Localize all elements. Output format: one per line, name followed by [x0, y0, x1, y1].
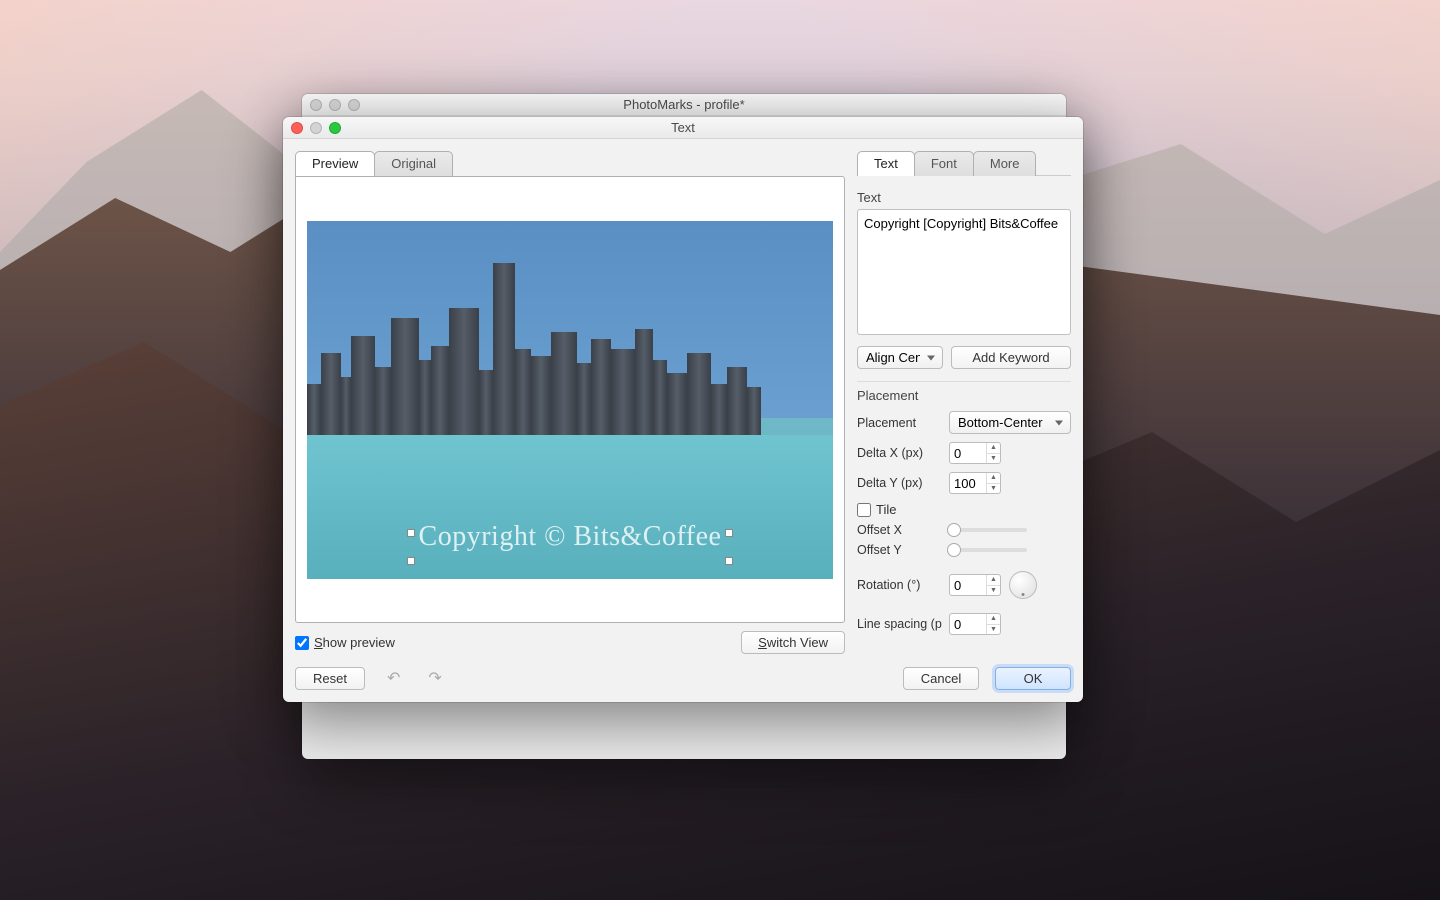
dialog-traffic-lights [291, 122, 341, 134]
tab-preview[interactable]: Preview [295, 151, 375, 176]
zoom-icon[interactable] [348, 99, 360, 111]
selection-handle[interactable] [725, 529, 733, 537]
linespacing-input[interactable] [950, 614, 986, 634]
offsety-slider[interactable] [949, 548, 1027, 552]
switch-view-button[interactable]: Switch View [741, 631, 845, 654]
rotation-label: Rotation (°) [857, 578, 941, 592]
settings-tabbar: Text Font More [857, 151, 1071, 176]
tab-font[interactable]: Font [914, 151, 974, 176]
rotation-knob[interactable] [1009, 571, 1037, 599]
dialog-titlebar[interactable]: Text [283, 117, 1083, 139]
close-icon[interactable] [310, 99, 322, 111]
linespacing-spinner[interactable]: ▲▼ [949, 613, 1001, 635]
watermark-preview-text[interactable]: Copyright © Bits&Coffee [419, 521, 722, 553]
tile-input[interactable] [857, 503, 871, 517]
preview-tabbar: Preview Original [295, 151, 845, 176]
tile-label: Tile [876, 502, 896, 517]
minimize-icon[interactable] [329, 99, 341, 111]
placement-header: Placement [857, 388, 1071, 403]
deltax-spinner[interactable]: ▲▼ [949, 442, 1001, 464]
stepper-up-icon[interactable]: ▲ [987, 614, 1000, 625]
redo-icon[interactable]: ↷ [422, 666, 447, 690]
close-icon[interactable] [291, 122, 303, 134]
stepper-down-icon[interactable]: ▼ [987, 625, 1000, 635]
parent-traffic-lights [310, 99, 360, 111]
offsety-label: Offset Y [857, 543, 941, 557]
cancel-button[interactable]: Cancel [903, 667, 979, 690]
selection-handle[interactable] [725, 557, 733, 565]
watermark-text-input[interactable] [857, 209, 1071, 335]
text-section-label: Text [857, 190, 1071, 205]
deltay-input[interactable] [950, 473, 986, 493]
preview-frame: Copyright © Bits&Coffee [295, 176, 845, 623]
stepper-down-icon[interactable]: ▼ [987, 586, 1000, 596]
linespacing-label: Line spacing (p [857, 617, 941, 631]
zoom-icon[interactable] [329, 122, 341, 134]
placement-label: Placement [857, 416, 941, 430]
tab-original[interactable]: Original [374, 151, 453, 176]
offsetx-slider[interactable] [949, 528, 1027, 532]
text-align-select[interactable]: Align Center [857, 346, 943, 369]
selection-handle[interactable] [407, 557, 415, 565]
selection-handle[interactable] [407, 529, 415, 537]
parent-window-title: PhotoMarks - profile* [302, 97, 1066, 112]
stepper-up-icon[interactable]: ▲ [987, 473, 1000, 484]
rotation-input[interactable] [950, 575, 986, 595]
add-keyword-button[interactable]: Add Keyword [951, 346, 1071, 369]
show-preview-checkbox[interactable]: Show preview [295, 635, 395, 650]
deltay-label: Delta Y (px) [857, 476, 941, 490]
stepper-down-icon[interactable]: ▼ [987, 484, 1000, 494]
deltax-input[interactable] [950, 443, 986, 463]
show-preview-input[interactable] [295, 636, 309, 650]
deltax-label: Delta X (px) [857, 446, 941, 460]
tab-more[interactable]: More [973, 151, 1037, 176]
offsetx-label: Offset X [857, 523, 941, 537]
tile-checkbox[interactable]: Tile [857, 502, 896, 517]
skyline-graphic [307, 263, 833, 435]
dialog-title: Text [283, 120, 1083, 135]
ok-button[interactable]: OK [995, 667, 1071, 690]
parent-titlebar[interactable]: PhotoMarks - profile* [302, 94, 1066, 116]
show-preview-label: Show preview [314, 635, 395, 650]
reset-button[interactable]: Reset [295, 667, 365, 690]
rotation-spinner[interactable]: ▲▼ [949, 574, 1001, 596]
placement-select[interactable]: Bottom-Center [949, 411, 1071, 434]
undo-icon[interactable]: ↶ [381, 666, 406, 690]
stepper-up-icon[interactable]: ▲ [987, 443, 1000, 454]
stepper-down-icon[interactable]: ▼ [987, 454, 1000, 464]
slider-thumb[interactable] [947, 543, 961, 557]
deltay-spinner[interactable]: ▲▼ [949, 472, 1001, 494]
slider-thumb[interactable] [947, 523, 961, 537]
minimize-icon[interactable] [310, 122, 322, 134]
text-dialog-window: Text Preview Original [283, 117, 1083, 702]
tab-text[interactable]: Text [857, 151, 915, 176]
preview-image[interactable]: Copyright © Bits&Coffee [307, 221, 833, 579]
stepper-up-icon[interactable]: ▲ [987, 575, 1000, 586]
